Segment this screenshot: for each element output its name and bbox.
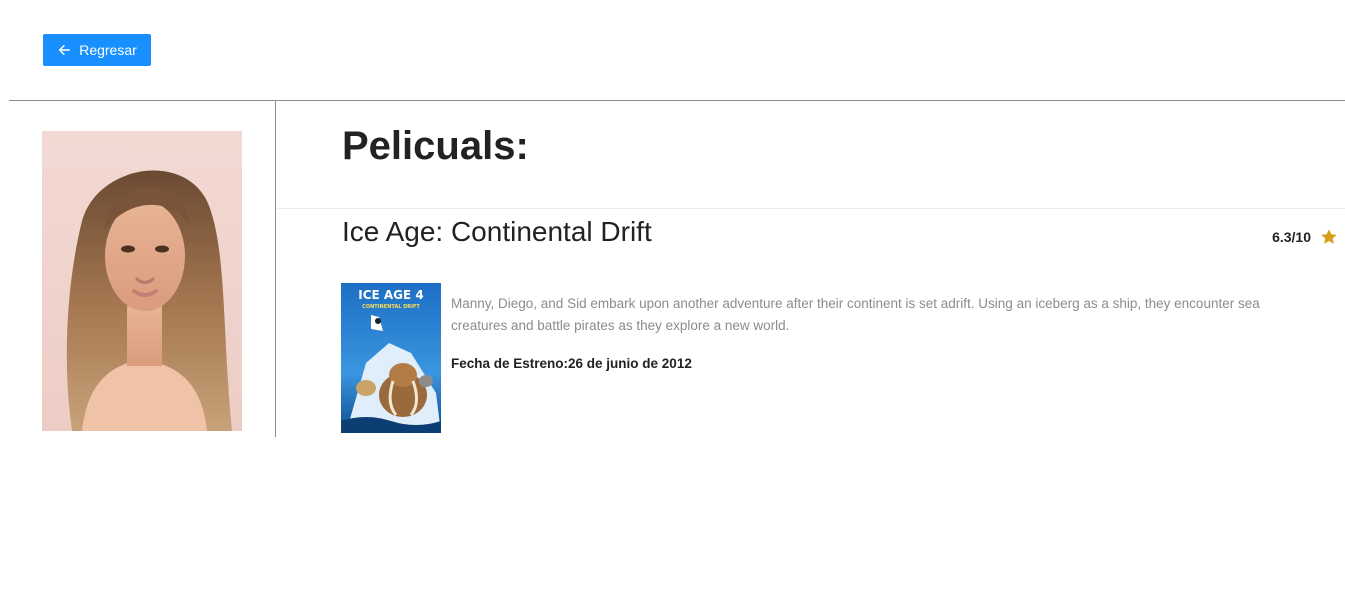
section-divider <box>277 208 1345 209</box>
back-button[interactable]: Regresar <box>43 34 151 66</box>
poster-title-text: ICE AGE 4 <box>358 288 424 302</box>
movie-poster[interactable]: ICE AGE 4 CONTINENTAL DRIFT <box>341 283 441 433</box>
movie-release: Fecha de Estreno:26 de junio de 2012 <box>451 355 692 373</box>
movie-title[interactable]: Ice Age: Continental Drift <box>342 214 652 250</box>
page: Regresar Pelicuals: Ice Age: Continental… <box>0 0 1345 606</box>
actor-photo <box>42 131 242 431</box>
section-title: Pelicuals: <box>342 124 529 168</box>
back-button-label: Regresar <box>79 42 137 58</box>
rating-value: 6.3/10 <box>1272 229 1311 245</box>
movie-rating: 6.3/10 <box>1272 228 1338 246</box>
movie-overview: Manny, Diego, and Sid embark upon anothe… <box>451 296 1260 333</box>
poster-subtitle-text: CONTINENTAL DRIFT <box>362 304 420 310</box>
actor-panel <box>9 101 276 437</box>
arrow-left-icon <box>57 43 71 57</box>
star-icon <box>1320 228 1338 246</box>
release-label: Fecha de Estreno: <box>451 356 569 371</box>
release-date: 26 de junio de 2012 <box>568 356 692 371</box>
